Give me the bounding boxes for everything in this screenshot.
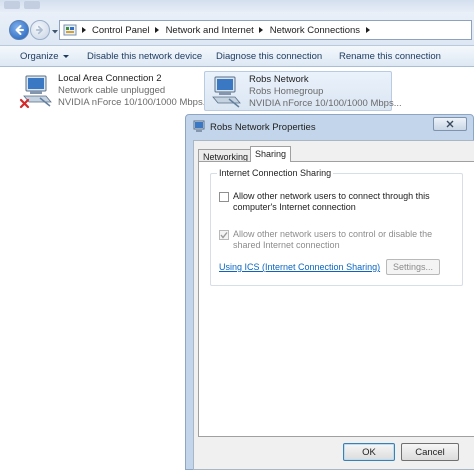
ics-group-label: Internet Connection Sharing (217, 168, 334, 178)
breadcrumb-separator-icon[interactable] (153, 23, 163, 37)
dialog-body: Networking Sharing Internet Connection S… (193, 140, 474, 470)
close-button[interactable] (433, 117, 467, 131)
breadcrumb-network-connections[interactable]: Network Connections (267, 25, 363, 36)
cut-off-window-control (4, 1, 20, 9)
sharing-tab-panel: Internet Connection Sharing Allow other … (198, 161, 474, 437)
allow-connect-label[interactable]: Allow other network users to connect thr… (233, 191, 430, 213)
breadcrumb-separator-icon[interactable] (79, 23, 89, 37)
connection-name: Robs Network (249, 74, 309, 85)
rename-connection-button[interactable]: Rename this connection (339, 46, 441, 66)
address-box[interactable]: Control Panel Network and Internet Netwo… (59, 20, 472, 40)
allow-connect-checkbox[interactable] (219, 192, 229, 202)
cut-off-window-control (24, 1, 40, 9)
dialog-title: Robs Network Properties (210, 122, 316, 133)
checkmark-icon (220, 232, 228, 239)
organize-label: Organize (20, 50, 59, 62)
cancel-button[interactable]: Cancel (401, 443, 459, 461)
ok-button[interactable]: OK (343, 443, 395, 461)
allow-control-label-line-1: Allow other network users to control or … (233, 229, 433, 239)
breadcrumb-control-panel[interactable]: Control Panel (89, 25, 153, 36)
connection-status: Robs Homegroup (249, 86, 324, 97)
connection-status: Network cable unplugged (58, 85, 166, 96)
settings-button: Settings... (386, 259, 440, 275)
breadcrumb-separator-icon[interactable] (363, 23, 373, 37)
allow-control-label-line-2: shared Internet connection (233, 240, 340, 250)
tab-sharing[interactable]: Sharing (250, 146, 292, 162)
allow-connect-label-line-1: Allow other network users to connect thr… (233, 191, 430, 201)
allow-connect-label-line-2: computer's Internet connection (233, 202, 356, 212)
tab-networking[interactable]: Networking (198, 149, 254, 162)
title-strip (0, 0, 474, 12)
command-bar: Organize Disable this network device Dia… (0, 46, 474, 67)
connection-local-area-2[interactable]: Local Area Connection 2 Network cable un… (16, 71, 211, 111)
network-properties-dialog: Robs Network Properties Networking Shari… (185, 114, 474, 470)
disable-device-button[interactable]: Disable this network device (87, 46, 202, 66)
history-dropdown[interactable] (52, 27, 58, 34)
connection-robs-network[interactable]: Robs Network Robs Homegroup NVIDIA nForc… (204, 71, 402, 111)
dialog-title-bar[interactable]: Robs Network Properties (186, 115, 473, 139)
chevron-down-icon (62, 54, 69, 58)
forward-button[interactable] (30, 20, 50, 40)
allow-control-checkbox (219, 230, 229, 240)
ics-group-box: Internet Connection Sharing Allow other … (210, 168, 463, 286)
ics-help-link[interactable]: Using ICS (Internet Connection Sharing) (219, 262, 380, 272)
allow-control-label: Allow other network users to control or … (233, 229, 432, 251)
network-icon (193, 120, 205, 132)
chevron-down-icon (52, 30, 58, 34)
network-adapter-disconnected-icon (19, 75, 52, 109)
network-adapter-icon (212, 76, 241, 108)
arrow-right-icon (35, 25, 43, 35)
arrow-left-icon (15, 25, 24, 35)
connection-adapter: NVIDIA nForce 10/100/1000 Mbps... (249, 98, 402, 109)
close-icon (446, 120, 454, 128)
breadcrumb-separator-icon[interactable] (257, 23, 267, 37)
connection-adapter: NVIDIA nForce 10/100/1000 Mbps... (58, 97, 211, 108)
diagnose-connection-button[interactable]: Diagnose this connection (216, 46, 322, 66)
control-panel-icon (63, 24, 77, 36)
organize-menu[interactable]: Organize (20, 46, 69, 66)
breadcrumb-network-and-internet[interactable]: Network and Internet (163, 25, 257, 36)
address-bar: Control Panel Network and Internet Netwo… (0, 0, 474, 46)
back-button[interactable] (9, 20, 29, 40)
connection-name: Local Area Connection 2 (58, 73, 162, 84)
